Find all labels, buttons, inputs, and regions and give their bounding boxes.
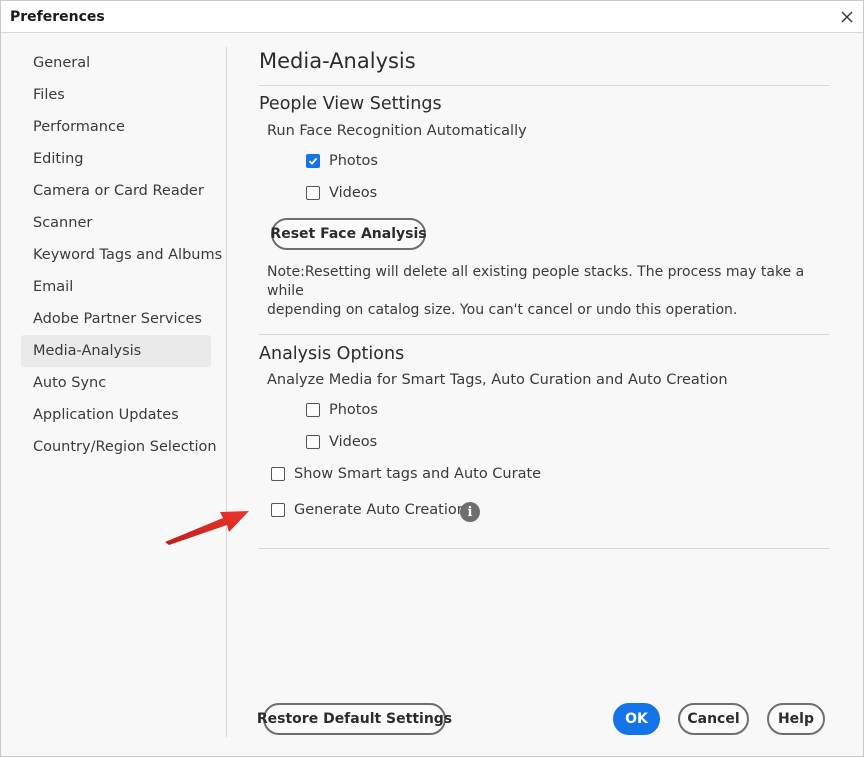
smart-tags-label: Show Smart tags and Auto Curate (294, 466, 542, 482)
sidebar-item-email[interactable]: Email (21, 271, 211, 303)
people-videos-checkbox[interactable] (306, 186, 320, 200)
sidebar-divider (226, 47, 227, 737)
sidebar: General Files Performance Editing Camera… (21, 47, 222, 463)
analysis-videos-checkbox-row[interactable]: Videos (306, 434, 377, 450)
reset-note-line-2: depending on catalog size. You can't can… (267, 302, 738, 318)
checkmark-icon (308, 157, 318, 165)
sidebar-item-files[interactable]: Files (21, 79, 211, 111)
auto-creations-label: Generate Auto Creations (294, 502, 474, 518)
people-photos-label: Photos (329, 153, 378, 169)
auto-creations-checkbox[interactable] (271, 503, 285, 517)
analysis-photos-checkbox[interactable] (306, 403, 320, 417)
sidebar-item-media-analysis[interactable]: Media-Analysis (21, 335, 211, 367)
window-title: Preferences (10, 9, 105, 25)
auto-creations-checkbox-row[interactable]: Generate Auto Creations (271, 502, 474, 518)
title-bar: Preferences (1, 1, 863, 33)
smart-tags-checkbox-row[interactable]: Show Smart tags and Auto Curate (271, 466, 541, 482)
run-face-recognition-label: Run Face Recognition Automatically (267, 123, 527, 139)
sidebar-item-general[interactable]: General (21, 47, 211, 79)
smart-tags-checkbox[interactable] (271, 467, 285, 481)
section-divider (259, 334, 829, 335)
preferences-window: Preferences General Files Performance Ed… (0, 0, 864, 757)
sidebar-item-scanner[interactable]: Scanner (21, 207, 211, 239)
reset-note: Note:Resetting will delete all existing … (267, 263, 807, 320)
analysis-photos-label: Photos (329, 402, 378, 418)
analyze-media-label: Analyze Media for Smart Tags, Auto Curat… (267, 372, 728, 388)
people-view-title: People View Settings (259, 94, 442, 114)
sidebar-item-keyword-tags[interactable]: Keyword Tags and Albums (21, 239, 222, 271)
sidebar-item-adobe-partner[interactable]: Adobe Partner Services (21, 303, 211, 335)
reset-face-analysis-button[interactable]: Reset Face Analysis (270, 218, 427, 250)
close-button[interactable] (835, 5, 859, 29)
people-photos-checkbox-row[interactable]: Photos (306, 153, 378, 169)
ok-button[interactable]: OK (613, 703, 660, 735)
analysis-videos-checkbox[interactable] (306, 435, 320, 449)
sidebar-item-editing[interactable]: Editing (21, 143, 211, 175)
analysis-videos-label: Videos (329, 434, 378, 450)
info-icon[interactable]: i (460, 502, 480, 522)
people-videos-checkbox-row[interactable]: Videos (306, 185, 377, 201)
sidebar-item-application-updates[interactable]: Application Updates (21, 399, 211, 431)
bottom-divider (259, 548, 829, 549)
help-button[interactable]: Help (767, 703, 825, 735)
people-photos-checkbox[interactable] (306, 154, 320, 168)
restore-default-settings-button[interactable]: Restore Default Settings (257, 703, 452, 735)
title-divider (259, 85, 829, 86)
cancel-button[interactable]: Cancel (678, 703, 749, 735)
people-videos-label: Videos (329, 185, 378, 201)
close-icon (841, 11, 853, 23)
sidebar-item-country-region[interactable]: Country/Region Selection (21, 431, 217, 463)
reset-note-line-1: Note:Resetting will delete all existing … (267, 264, 805, 299)
sidebar-item-camera-card-reader[interactable]: Camera or Card Reader (21, 175, 211, 207)
analysis-options-title: Analysis Options (259, 344, 405, 364)
analysis-photos-checkbox-row[interactable]: Photos (306, 402, 378, 418)
sidebar-item-performance[interactable]: Performance (21, 111, 211, 143)
sidebar-item-auto-sync[interactable]: Auto Sync (21, 367, 211, 399)
page-title: Media-Analysis (259, 49, 416, 73)
red-arrow-icon (165, 511, 249, 545)
